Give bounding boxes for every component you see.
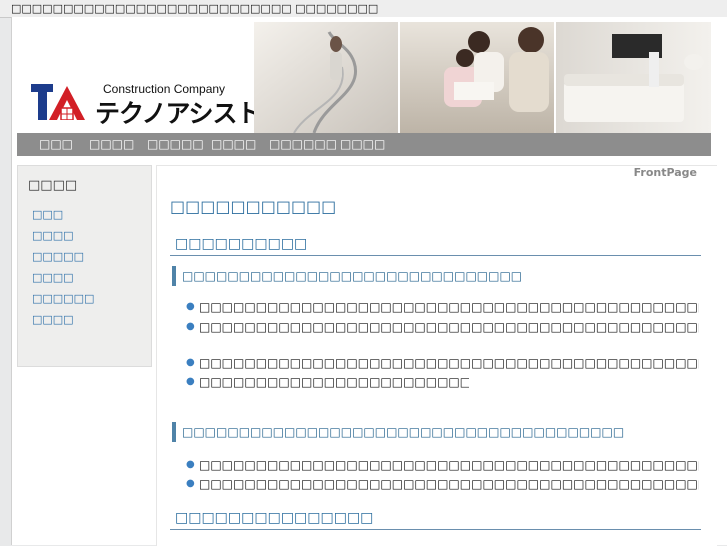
sidebar-title: □□□□ [28,178,78,193]
nav-item-6[interactable]: □□□□ [340,133,385,156]
bullet-icon: ● [186,459,195,470]
header-banner-image [254,22,711,133]
list-item: □□□□□□□□□□□□□□□□□□□□□□□□□□□□□□□□□□□□□□□□… [199,356,699,370]
list-item: □□□□□□□□□□□□□□□□□□□□□□□□□□□□□□□□□□□□□□□□… [199,375,469,389]
sidebar-item-4[interactable]: □□□□ [32,271,74,284]
site-header: Construction Company テクノアシスト [17,22,711,133]
bullet-icon: ● [186,478,195,489]
sidebar-item-1[interactable]: □□□ [32,208,63,221]
bullet-icon: ● [186,357,195,368]
frontpage-link[interactable]: FrontPage [634,166,697,179]
list-item: □□□□□□□□□□□□□□□□□□□□□□□□□□□□□□□□□□□□□□□□… [199,300,699,314]
nav-item-3[interactable]: □□□□□ [147,133,204,156]
page: Construction Company テクノアシスト □□□ □□□□ □□… [11,17,727,546]
main-navigation: □□□ □□□□ □□□□□ □□□□ □□□□□□ □□□□ [17,133,711,156]
list-item: □□□□□□□□□□□□□□□□□□□□□□□□□□□□□□□□□□□□□□□□… [199,458,699,472]
nav-item-4[interactable]: □□□□ [211,133,256,156]
page-title: □□□□□□□□□□□ [170,197,337,216]
bullet-icon: ● [186,301,195,312]
section-heading-1: □□□□□□□□□□ [170,236,701,256]
list-item: □□□□□□□□□□□□□□□□□□□□□□□□□□□□□□□□□□□□□□□□… [199,477,699,491]
subsection-heading-1: □□□□□□□□□□□□□□□□□□□□□□□□□□□□□□ [172,266,702,286]
bullet-icon: ● [186,321,195,332]
list-item: □□□□□□□□□□□□□□□□□□□□□□□□□□□□□□□□□□□□□□□□… [199,320,699,334]
subsection-heading-2: □□□□□□□□□□□□□□□□□□□□□□□□□□□□□□□□□□□□□□□ [172,422,702,442]
nav-item-2[interactable]: □□□□ [89,133,134,156]
sidebar-item-6[interactable]: □□□□ [32,313,74,326]
main-content: FrontPage □□□□□□□□□□□ □□□□□□□□□□ □□□□□□□… [156,165,717,546]
site-logo[interactable]: Construction Company テクノアシスト [17,22,262,133]
section-heading-2: □□□□□□□□□□□□□□□ [170,510,701,530]
sidebar-item-3[interactable]: □□□□□ [32,250,84,263]
company-logo-mark [31,84,85,120]
bullet-icon: ● [186,376,195,387]
logo-japanese-text: テクノアシスト [95,99,262,128]
sidebar-menu: □□□□ □□□ □□□□ □□□□□ □□□□ □□□□□□ □□□□ [17,165,152,367]
sidebar-item-2[interactable]: □□□□ [32,229,74,242]
nav-item-1[interactable]: □□□ [39,133,73,156]
nav-item-5[interactable]: □□□□□□ [269,133,337,156]
sidebar-item-5[interactable]: □□□□□□ [32,292,94,305]
window-title: □□□□□□□□□□□□□□□□□□□□□□□□□□□ □□□□□□□□ [0,0,727,18]
